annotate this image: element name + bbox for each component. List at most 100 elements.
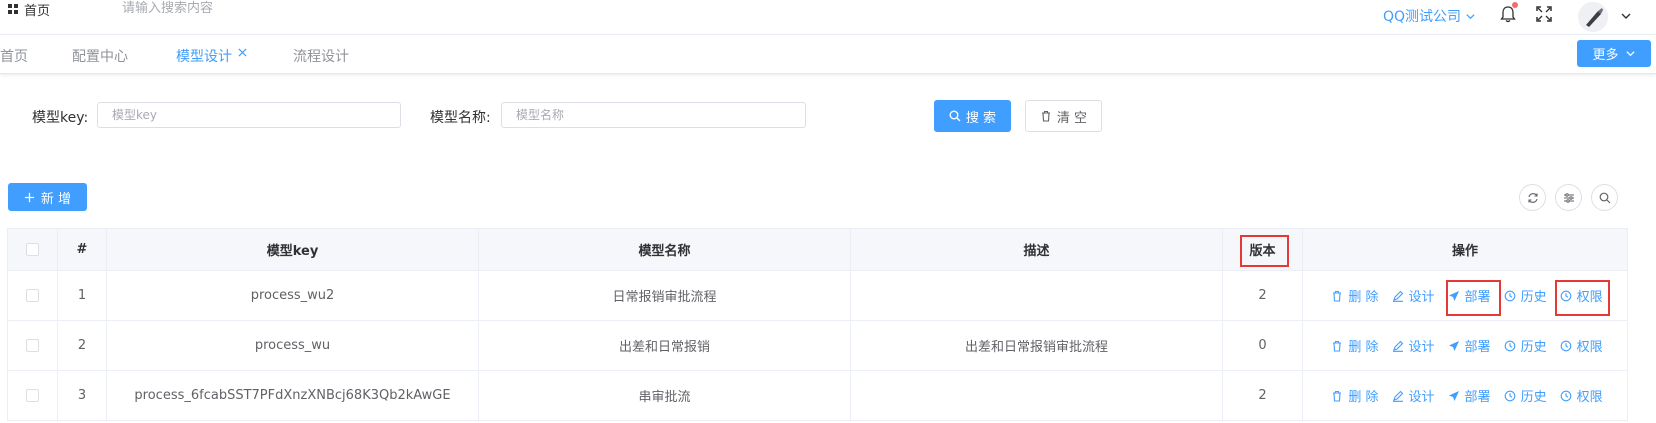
search-toggle-icon	[1599, 192, 1610, 203]
send-icon	[1448, 390, 1459, 401]
permission-link[interactable]: 权限	[1560, 386, 1603, 405]
model-table: # 模型key 模型名称 描述 版本 操作 1 process_wu2 日常报销…	[7, 228, 1628, 421]
home-link[interactable]: 首页	[8, 0, 51, 19]
header-search-input[interactable]: 请输入搜索内容	[122, 0, 213, 18]
deploy-link[interactable]: 部署	[1448, 336, 1491, 355]
avatar[interactable]	[1578, 2, 1608, 32]
clear-button[interactable]: 清 空	[1025, 100, 1102, 132]
delete-link[interactable]: 删 除	[1331, 286, 1379, 305]
history-label: 历史	[1520, 290, 1547, 305]
deploy-link[interactable]: 部署	[1448, 386, 1491, 405]
design-label: 设计	[1408, 340, 1435, 355]
fullscreen-icon[interactable]	[1535, 5, 1553, 23]
search-button-label: 搜 索	[965, 110, 997, 126]
design-link[interactable]: 设计	[1392, 386, 1435, 405]
table-row: 2 process_wu 出差和日常报销 出差和日常报销审批流程 0 删 除 设…	[8, 321, 1628, 371]
clear-button-label: 清 空	[1056, 110, 1088, 126]
col-header-index: #	[58, 229, 107, 270]
tab-model-design[interactable]: 模型设计	[176, 46, 232, 66]
table-header-row: # 模型key 模型名称 描述 版本 操作	[8, 229, 1628, 271]
design-link[interactable]: 设计	[1392, 286, 1435, 305]
tab-process-design[interactable]: 流程设计	[293, 46, 349, 66]
row-checkbox[interactable]	[26, 339, 39, 352]
more-button[interactable]: 更多	[1577, 40, 1651, 67]
add-button-label: 新 增	[40, 191, 72, 207]
delete-label: 删 除	[1348, 290, 1379, 305]
model-key-input[interactable]: 模型key	[97, 102, 401, 128]
history-label: 历史	[1520, 340, 1547, 355]
deploy-label: 部署	[1464, 290, 1491, 305]
row-version: 2	[1223, 271, 1303, 320]
company-switcher[interactable]: QQ测试公司	[1383, 6, 1476, 26]
refresh-icon	[1527, 192, 1538, 203]
table-row: 3 process_6fcabSST7PFdXnzXNBcj68K3Qb2kAw…	[8, 371, 1628, 421]
clock-icon	[1504, 290, 1515, 301]
row-model-name: 串审批流	[479, 371, 851, 420]
refresh-button[interactable]	[1519, 184, 1546, 211]
row-desc: 出差和日常报销审批流程	[851, 321, 1223, 370]
search-icon	[949, 110, 961, 122]
edit-icon	[1392, 340, 1403, 352]
design-link[interactable]: 设计	[1392, 336, 1435, 355]
chevron-down-icon[interactable]	[1620, 10, 1632, 22]
home-label: 首页	[24, 3, 51, 19]
tab-home[interactable]: 首页	[0, 46, 28, 66]
col-header-desc: 描述	[851, 229, 1223, 270]
col-header-version: 版本	[1223, 229, 1303, 270]
top-header: 首页 请输入搜索内容 QQ测试公司	[0, 0, 1656, 34]
table-row: 1 process_wu2 日常报销审批流程 2 删 除 设计 部署 历史 权限	[8, 271, 1628, 321]
permission-label: 权限	[1576, 340, 1603, 355]
chevron-down-icon	[1625, 51, 1635, 57]
permission-label: 权限	[1576, 290, 1603, 305]
notification-dot	[1512, 2, 1518, 8]
send-icon	[1448, 340, 1459, 351]
tab-bar: 首页 配置中心 模型设计 流程设计 更多	[0, 34, 1656, 74]
model-name-input[interactable]: 模型名称	[501, 102, 806, 128]
close-icon[interactable]	[238, 48, 247, 57]
trash-icon	[1041, 110, 1050, 122]
row-model-key: process_wu	[107, 321, 479, 370]
edit-icon	[1392, 390, 1403, 402]
select-all-checkbox[interactable]	[26, 243, 39, 256]
delete-label: 删 除	[1348, 340, 1379, 355]
delete-label: 删 除	[1348, 390, 1379, 405]
trash-icon	[1333, 290, 1342, 302]
row-model-key: process_wu2	[107, 271, 479, 320]
tab-config-center[interactable]: 配置中心	[72, 46, 128, 66]
edit-icon	[1392, 290, 1403, 302]
clock-icon	[1560, 390, 1571, 401]
permission-link[interactable]: 权限	[1560, 336, 1603, 355]
add-button[interactable]: 新 增	[8, 183, 87, 211]
row-checkbox[interactable]	[26, 389, 39, 402]
search-button[interactable]: 搜 索	[934, 100, 1011, 132]
col-header-key: 模型key	[107, 229, 479, 270]
company-label: QQ测试公司	[1383, 9, 1462, 25]
delete-link[interactable]: 删 除	[1331, 386, 1379, 405]
clock-icon	[1504, 340, 1515, 351]
send-icon	[1448, 290, 1459, 301]
history-link[interactable]: 历史	[1504, 336, 1547, 355]
clock-icon	[1504, 390, 1515, 401]
permission-label: 权限	[1576, 390, 1603, 405]
history-label: 历史	[1520, 390, 1547, 405]
row-model-name: 出差和日常报销	[479, 321, 851, 370]
history-link[interactable]: 历史	[1504, 286, 1547, 305]
row-model-key: process_6fcabSST7PFdXnzXNBcj68K3Qb2kAwGE	[107, 371, 479, 420]
permission-link[interactable]: 权限	[1560, 286, 1603, 305]
trash-icon	[1333, 390, 1342, 402]
delete-link[interactable]: 删 除	[1331, 336, 1379, 355]
row-index: 3	[58, 371, 107, 420]
deploy-link[interactable]: 部署	[1448, 286, 1491, 305]
column-settings-button[interactable]	[1555, 184, 1582, 211]
trash-icon	[1333, 340, 1342, 352]
model-key-label: 模型key:	[32, 110, 89, 126]
column-settings-icon	[1563, 192, 1574, 203]
clock-icon	[1560, 290, 1571, 301]
deploy-label: 部署	[1464, 340, 1491, 355]
model-name-label: 模型名称:	[430, 110, 491, 126]
history-link[interactable]: 历史	[1504, 386, 1547, 405]
row-checkbox[interactable]	[26, 289, 39, 302]
plus-icon	[24, 192, 35, 202]
search-toggle-button[interactable]	[1591, 184, 1618, 211]
chevron-down-icon	[1466, 13, 1475, 19]
